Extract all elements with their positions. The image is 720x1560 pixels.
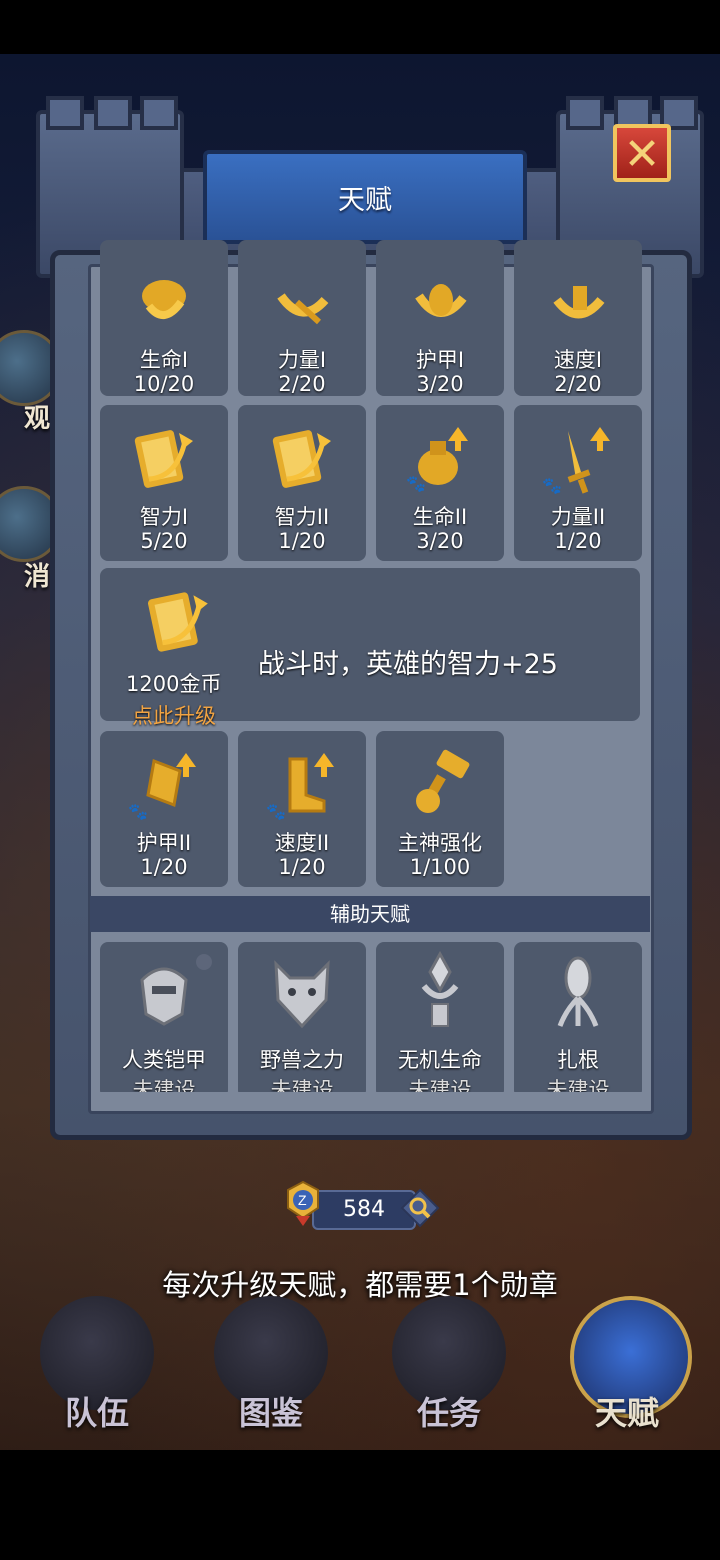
talent-name: 人类铠甲 bbox=[122, 1048, 206, 1072]
talent-name: 护甲I bbox=[415, 348, 465, 372]
aux-talent-row: 人类铠甲 未建设 野兽之力 未建设 无机生命 未建设 扎根 未建设 bbox=[90, 940, 650, 1092]
nav-label: 图鉴 bbox=[238, 1394, 303, 1432]
talent-name: 智力I bbox=[139, 505, 189, 529]
talent-cell-life-1[interactable]: 生命I 10/20 bbox=[100, 240, 228, 396]
talent-level: 3/20 bbox=[416, 529, 464, 553]
talent-cell-armor-2[interactable]: 🐾 护甲II 1/20 bbox=[100, 731, 228, 887]
talent-level: 10/20 bbox=[133, 372, 195, 396]
svg-text:🐾: 🐾 bbox=[128, 802, 148, 821]
talent-cell-strength-1[interactable]: 力量I 2/20 bbox=[238, 240, 366, 396]
root-icon bbox=[557, 956, 599, 1027]
sword-icon: 🐾 bbox=[542, 427, 610, 495]
talent-cell-speed-1[interactable]: 速度I 2/20 bbox=[514, 240, 642, 396]
upgrade-cost: 1200金币 bbox=[126, 672, 222, 696]
aux-talent-root[interactable]: 扎根 未建设 bbox=[514, 942, 642, 1092]
talent-status: 未建设 bbox=[408, 1078, 472, 1092]
helmet-icon bbox=[140, 967, 188, 1026]
talent-name: 野兽之力 bbox=[260, 1048, 344, 1072]
close-icon: ✕ bbox=[623, 129, 661, 180]
talent-cell-god-enhance[interactable]: 主神强化 1/100 bbox=[376, 731, 504, 887]
talent-description: 战斗时，英雄的智力+25 bbox=[258, 649, 558, 680]
hammer-icon bbox=[416, 749, 470, 813]
beast-head-icon bbox=[274, 960, 330, 1029]
sword-icon bbox=[277, 293, 329, 325]
shield-icon: 🐾 bbox=[128, 753, 196, 821]
talent-status: 未建设 bbox=[132, 1078, 196, 1092]
svg-text:🐾: 🐾 bbox=[266, 802, 286, 821]
book-icon bbox=[272, 430, 331, 488]
talent-name: 生命II bbox=[412, 505, 468, 529]
status-bar bbox=[0, 0, 720, 54]
nav-quest[interactable]: 任务 bbox=[374, 1296, 524, 1446]
talent-level: 3/20 bbox=[416, 372, 464, 396]
potion-icon bbox=[142, 280, 186, 319]
talent-name: 速度II bbox=[274, 831, 330, 855]
nav-codex[interactable]: 图鉴 bbox=[196, 1296, 346, 1446]
nav-label: 天赋 bbox=[594, 1394, 659, 1432]
talent-level: 5/20 bbox=[140, 529, 188, 553]
talent-level: 1/20 bbox=[554, 529, 602, 553]
medal-icon: Z bbox=[287, 1180, 319, 1226]
system-nav-bar bbox=[0, 1450, 720, 1560]
crystal-claw-icon bbox=[421, 950, 459, 1027]
talent-name: 生命I bbox=[139, 348, 189, 372]
talent-status: 未建设 bbox=[546, 1078, 610, 1092]
aux-talent-beast-power[interactable]: 野兽之力 未建设 bbox=[238, 942, 366, 1092]
talent-level: 1/20 bbox=[278, 529, 326, 553]
talent-name: 力量I bbox=[277, 348, 327, 372]
svg-text:🐾: 🐾 bbox=[406, 474, 426, 493]
talent-level: 1/20 bbox=[278, 855, 326, 879]
aux-talent-inorganic-life[interactable]: 无机生命 未建设 bbox=[376, 942, 504, 1092]
book-icon bbox=[134, 430, 193, 488]
talent-name: 主神强化 bbox=[398, 831, 482, 855]
nav-label: 队伍 bbox=[64, 1394, 129, 1432]
talent-cell-strength-2[interactable]: 🐾 力量II 1/20 bbox=[514, 405, 642, 561]
talent-cell-life-2[interactable]: 🐾 生命II 3/20 bbox=[376, 405, 504, 561]
close-button[interactable]: ✕ bbox=[613, 124, 671, 182]
talent-name: 护甲II bbox=[136, 831, 192, 855]
talent-name: 力量II bbox=[550, 505, 606, 529]
nav-talent[interactable]: 天赋 bbox=[552, 1296, 702, 1446]
svg-text:🐾: 🐾 bbox=[542, 476, 562, 495]
talent-cell-int-2[interactable]: 智力II 1/20 bbox=[238, 405, 366, 561]
panel-title: 天赋 bbox=[203, 150, 527, 244]
svg-text:Z: Z bbox=[298, 1192, 307, 1208]
aux-talent-human-armor[interactable]: 人类铠甲 未建设 bbox=[100, 942, 228, 1092]
talent-name: 速度I bbox=[553, 348, 603, 372]
talent-cell-speed-2[interactable]: 🐾 速度II 1/20 bbox=[238, 731, 366, 887]
upgrade-button[interactable]: 点此升级 bbox=[132, 700, 216, 730]
nav-label: 任务 bbox=[416, 1394, 481, 1432]
book-icon bbox=[147, 592, 208, 652]
aux-talent-header: 辅助天赋 bbox=[90, 896, 650, 932]
talent-level: 1/20 bbox=[140, 855, 188, 879]
talent-detail-panel: 1200金币 点此升级 战斗时，英雄的智力+25 bbox=[100, 568, 640, 728]
talent-level: 2/20 bbox=[278, 372, 326, 396]
medal-counter: 584 Z bbox=[287, 1180, 440, 1230]
shield-icon bbox=[415, 284, 467, 317]
talent-cell-armor-1[interactable]: 护甲I 3/20 bbox=[376, 240, 504, 396]
talent-cell-int-1[interactable]: 智力I 5/20 bbox=[100, 405, 228, 561]
talent-name: 无机生命 bbox=[398, 1048, 482, 1072]
boot-icon: 🐾 bbox=[266, 753, 334, 821]
talent-name: 扎根 bbox=[557, 1048, 599, 1072]
search-icon[interactable] bbox=[400, 1188, 440, 1228]
boot-icon bbox=[553, 286, 605, 319]
talent-level: 1/100 bbox=[409, 855, 471, 879]
talent-level: 2/20 bbox=[554, 372, 602, 396]
potion-icon: 🐾 bbox=[406, 427, 468, 493]
talent-name: 智力II bbox=[274, 505, 330, 529]
talent-status: 未建设 bbox=[270, 1078, 334, 1092]
nav-team[interactable]: 队伍 bbox=[22, 1296, 172, 1446]
